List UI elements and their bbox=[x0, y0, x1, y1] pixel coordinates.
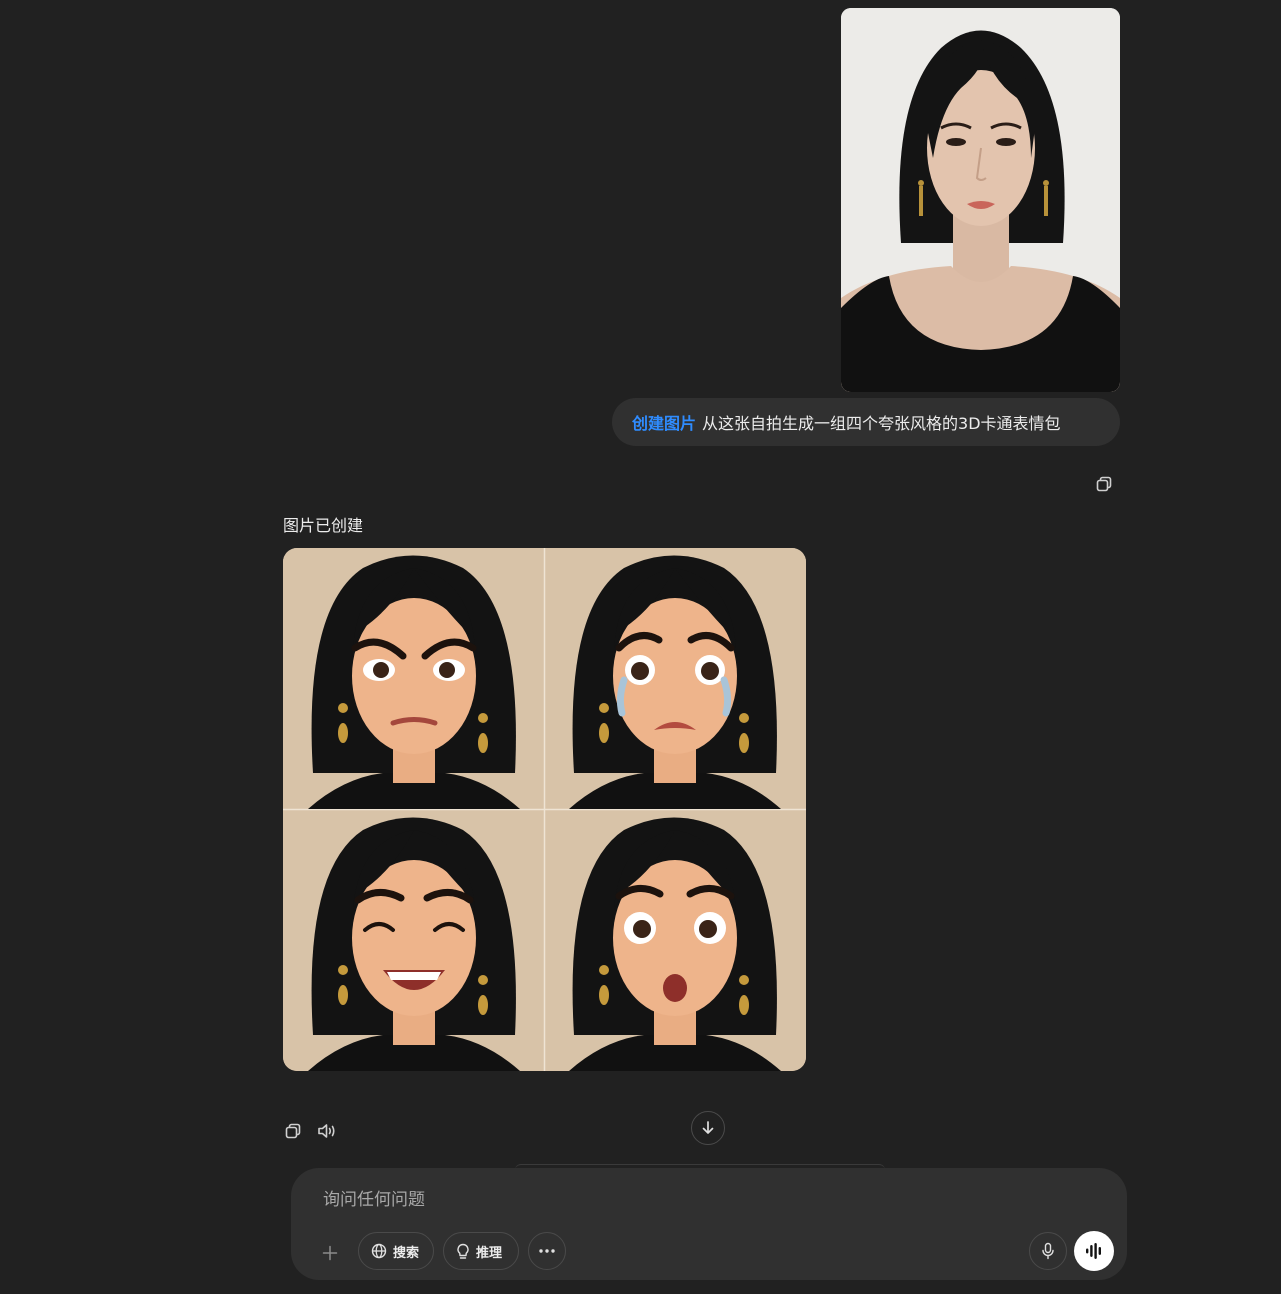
speaker-icon bbox=[318, 1124, 335, 1138]
globe-icon bbox=[371, 1243, 387, 1259]
uploaded-selfie-image[interactable] bbox=[841, 8, 1120, 392]
chat-page: 创建图片 从这张自拍生成一组四个夸张风格的3D卡通表情包 图片已创建 询问任何问… bbox=[0, 0, 1281, 1294]
ellipsis-icon bbox=[539, 1249, 555, 1253]
reason-button[interactable]: 推理 bbox=[443, 1232, 519, 1270]
message-actions bbox=[280, 1118, 340, 1144]
copy-icon bbox=[1096, 476, 1112, 492]
emoji-grid-illustration bbox=[283, 548, 806, 1071]
copy-response-button[interactable] bbox=[280, 1118, 306, 1144]
more-tools-button[interactable] bbox=[528, 1232, 566, 1270]
arrow-down-icon bbox=[702, 1121, 714, 1134]
image-created-status: 图片已创建 bbox=[283, 516, 364, 535]
dictation-button[interactable] bbox=[1029, 1232, 1067, 1270]
voice-waveform-icon bbox=[1086, 1243, 1101, 1259]
create-image-tag[interactable]: 创建图片 bbox=[632, 410, 696, 434]
generated-emoji-grid-image[interactable] bbox=[283, 548, 806, 1071]
microphone-icon bbox=[1042, 1242, 1054, 1260]
plus-icon bbox=[322, 1245, 338, 1261]
scroll-to-bottom-button[interactable] bbox=[691, 1111, 725, 1145]
attach-button[interactable] bbox=[317, 1240, 343, 1266]
lightbulb-icon bbox=[457, 1243, 469, 1259]
user-message-bubble: 创建图片 从这张自拍生成一组四个夸张风格的3D卡通表情包 bbox=[612, 398, 1120, 446]
voice-mode-button[interactable] bbox=[1074, 1231, 1114, 1271]
user-prompt-text: 从这张自拍生成一组四个夸张风格的3D卡通表情包 bbox=[702, 414, 1061, 433]
message-input[interactable] bbox=[321, 1186, 1025, 1214]
message-composer: 搜索 推理 bbox=[291, 1168, 1127, 1280]
read-aloud-button[interactable] bbox=[314, 1118, 340, 1144]
search-button[interactable]: 搜索 bbox=[358, 1232, 434, 1270]
copy-icon bbox=[285, 1123, 301, 1139]
search-label: 搜索 bbox=[393, 1245, 420, 1261]
reason-label: 推理 bbox=[476, 1245, 503, 1261]
selfie-illustration bbox=[841, 8, 1120, 392]
copy-user-message-button[interactable] bbox=[1092, 472, 1116, 496]
